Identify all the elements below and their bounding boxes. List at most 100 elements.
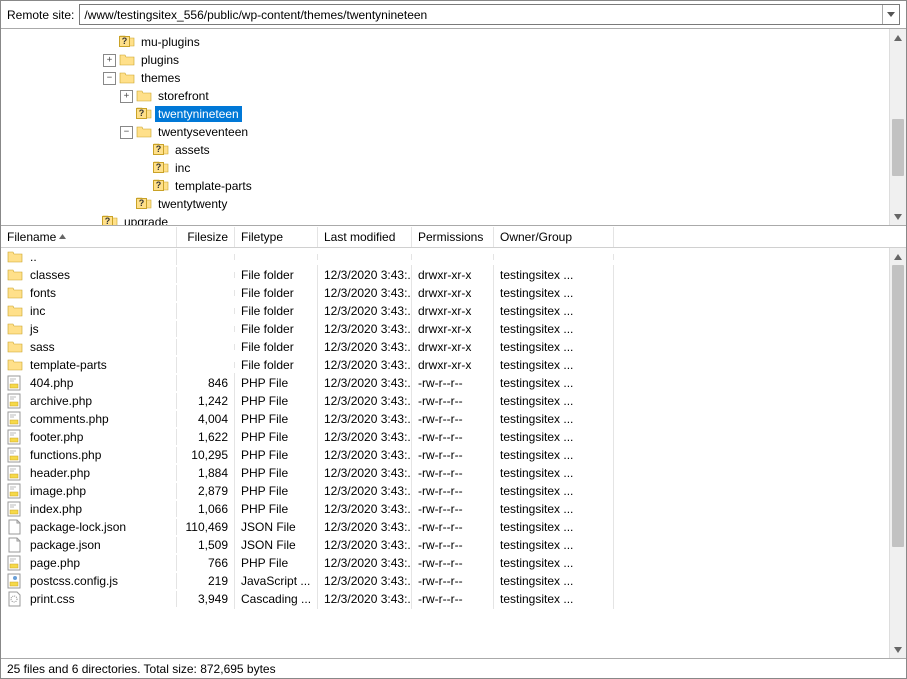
file-row[interactable]: postcss.config.js219JavaScript ...12/3/2… [1, 572, 889, 590]
path-combo[interactable] [79, 4, 900, 25]
expand-icon[interactable]: + [103, 54, 116, 67]
scroll-thumb[interactable] [892, 265, 904, 547]
file-row[interactable]: footer.php1,622PHP File12/3/2020 3:43:..… [1, 428, 889, 446]
scroll-down-button[interactable] [890, 641, 906, 658]
file-row[interactable]: template-partsFile folder12/3/2020 3:43:… [1, 356, 889, 374]
file-row[interactable]: .. [1, 248, 889, 266]
file-row[interactable]: image.php2,879PHP File12/3/2020 3:43:...… [1, 482, 889, 500]
column-modified[interactable]: Last modified [318, 227, 412, 247]
folder-icon [136, 88, 152, 104]
tree-item[interactable]: ?assets [1, 141, 889, 159]
file-row[interactable]: page.php766PHP File12/3/2020 3:43:...-rw… [1, 554, 889, 572]
tree-item[interactable]: +plugins [1, 51, 889, 69]
path-input[interactable] [80, 6, 882, 24]
directory-tree-pane: ?mu-plugins+plugins−themes+storefront?tw… [1, 29, 906, 226]
file-row[interactable]: fontsFile folder12/3/2020 3:43:...drwxr-… [1, 284, 889, 302]
tree-spacer [120, 108, 133, 121]
tree-scrollbar[interactable] [889, 29, 906, 225]
tree-item[interactable]: − twentyseventeen [1, 123, 889, 141]
tree-item[interactable]: ?mu-plugins [1, 33, 889, 51]
css-file-icon [7, 591, 23, 607]
file-row[interactable]: 404.php846PHP File12/3/2020 3:43:...-rw-… [1, 374, 889, 392]
file-name: template-parts [30, 358, 107, 372]
file-row[interactable]: functions.php10,295PHP File12/3/2020 3:4… [1, 446, 889, 464]
tree-item[interactable]: −themes [1, 69, 889, 87]
tree-item-label: inc [172, 160, 193, 176]
scroll-track[interactable] [890, 46, 906, 208]
file-scrollbar[interactable] [889, 248, 906, 658]
tree-spacer [137, 162, 150, 175]
file-row[interactable]: incFile folder12/3/2020 3:43:...drwxr-xr… [1, 302, 889, 320]
file-type: File folder [235, 265, 318, 285]
file-type: JavaScript ... [235, 571, 318, 591]
file-size [177, 308, 235, 314]
tree-item[interactable]: ?upgrade [1, 213, 889, 225]
file-size [177, 272, 235, 278]
file-row[interactable]: print.css3,949Cascading ...12/3/2020 3:4… [1, 590, 889, 608]
remote-site-bar: Remote site: [1, 1, 906, 29]
file-list[interactable]: ..classesFile folder12/3/2020 3:43:...dr… [1, 248, 889, 658]
file-type: PHP File [235, 391, 318, 411]
tree-item-label: twentyseventeen [155, 124, 251, 140]
folder-icon [7, 357, 23, 373]
file-row[interactable]: comments.php4,004PHP File12/3/2020 3:43:… [1, 410, 889, 428]
tree-spacer [86, 216, 99, 226]
file-type: PHP File [235, 373, 318, 393]
collapse-icon[interactable]: − [120, 126, 133, 139]
tree-item[interactable]: +storefront [1, 87, 889, 105]
tree-item[interactable]: ?template-parts [1, 177, 889, 195]
file-name: js [30, 322, 39, 336]
tree-item-label: upgrade [121, 214, 171, 225]
column-filesize[interactable]: Filesize [177, 227, 235, 247]
tree-spacer [137, 180, 150, 193]
file-modified: 12/3/2020 3:43:... [318, 283, 412, 303]
file-type: File folder [235, 301, 318, 321]
sort-asc-icon [59, 234, 66, 239]
file-row[interactable]: jsFile folder12/3/2020 3:43:...drwxr-xr-… [1, 320, 889, 338]
column-permissions[interactable]: Permissions [412, 227, 494, 247]
column-filename[interactable]: Filename [1, 227, 177, 247]
file-owner: testingsitex ... [494, 391, 614, 411]
file-name: header.php [30, 466, 90, 480]
scroll-up-button[interactable] [890, 29, 906, 46]
file-row[interactable]: index.php1,066PHP File12/3/2020 3:43:...… [1, 500, 889, 518]
tree-item[interactable]: ?twentynineteen [1, 105, 889, 123]
folder-unknown-icon: ? [136, 196, 152, 212]
file-row[interactable]: header.php1,884PHP File12/3/2020 3:43:..… [1, 464, 889, 482]
path-dropdown-button[interactable] [882, 5, 899, 24]
file-owner: testingsitex ... [494, 571, 614, 591]
folder-icon [7, 267, 23, 283]
tree-spacer [103, 36, 116, 49]
tree-item[interactable]: ?twentytwenty [1, 195, 889, 213]
tree-item[interactable]: ?inc [1, 159, 889, 177]
scroll-track[interactable] [890, 265, 906, 641]
file-row[interactable]: archive.php1,242PHP File12/3/2020 3:43:.… [1, 392, 889, 410]
file-modified: 12/3/2020 3:43:... [318, 445, 412, 465]
scroll-down-button[interactable] [890, 208, 906, 225]
collapse-icon[interactable]: − [103, 72, 116, 85]
scroll-thumb[interactable] [892, 119, 904, 176]
file-type: PHP File [235, 553, 318, 573]
status-bar: 25 files and 6 directories. Total size: … [1, 658, 906, 678]
file-type: PHP File [235, 463, 318, 483]
file-type [235, 254, 318, 260]
file-size: 10,295 [177, 445, 235, 465]
file-owner: testingsitex ... [494, 499, 614, 519]
file-row[interactable]: classesFile folder12/3/2020 3:43:...drwx… [1, 266, 889, 284]
file-modified: 12/3/2020 3:43:... [318, 535, 412, 555]
file-modified: 12/3/2020 3:43:... [318, 409, 412, 429]
file-row[interactable]: sassFile folder12/3/2020 3:43:...drwxr-x… [1, 338, 889, 356]
expand-icon[interactable]: + [120, 90, 133, 103]
file-owner: testingsitex ... [494, 265, 614, 285]
file-row[interactable]: package.json1,509JSON File12/3/2020 3:43… [1, 536, 889, 554]
column-owner[interactable]: Owner/Group [494, 227, 614, 247]
file-row[interactable]: package-lock.json110,469JSON File12/3/20… [1, 518, 889, 536]
directory-tree[interactable]: ?mu-plugins+plugins−themes+storefront?tw… [1, 29, 889, 225]
file-modified [318, 254, 412, 260]
file-size [177, 290, 235, 296]
scroll-up-button[interactable] [890, 248, 906, 265]
file-modified: 12/3/2020 3:43:... [318, 589, 412, 609]
column-filetype[interactable]: Filetype [235, 227, 318, 247]
file-size: 3,949 [177, 589, 235, 609]
file-type: PHP File [235, 427, 318, 447]
